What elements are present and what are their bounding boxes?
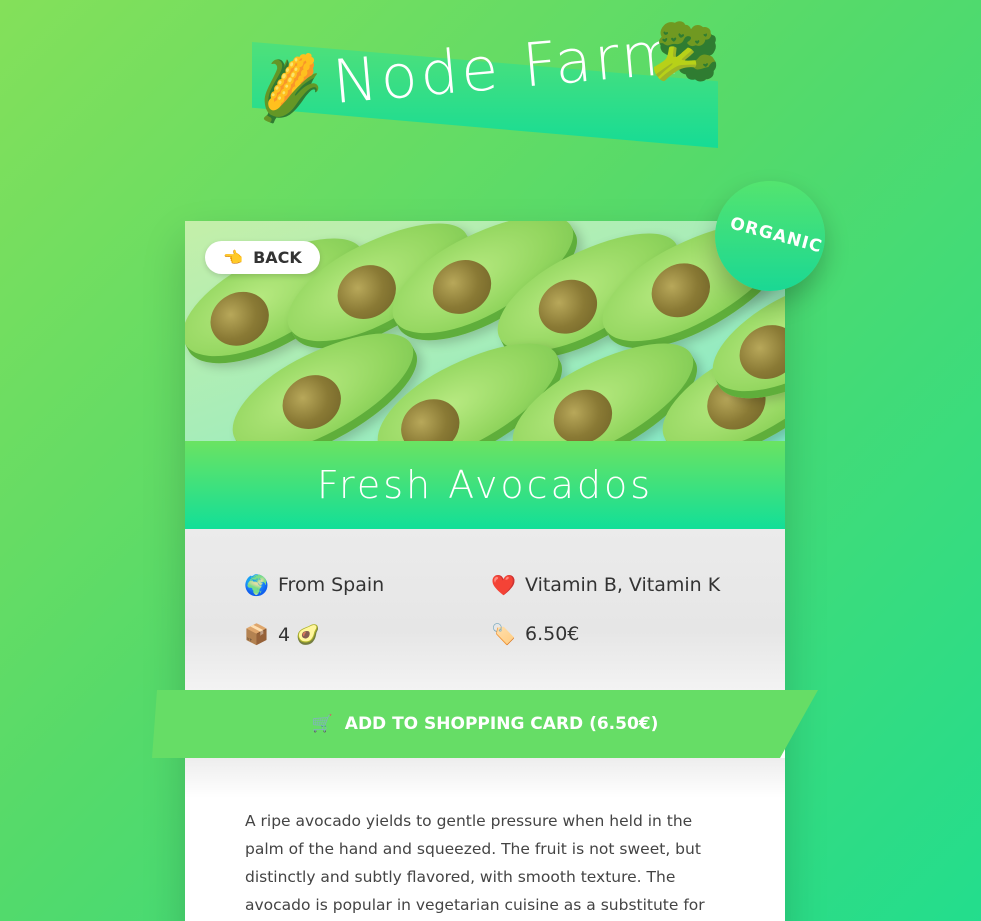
price-tag-icon: 🏷️ bbox=[491, 622, 516, 646]
quantity-text: 4 🥑 bbox=[278, 623, 320, 646]
product-details: 🌍 From Spain ❤️ Vitamin B, Vitamin K 📦 4… bbox=[185, 529, 785, 699]
add-to-cart-label: ADD TO SHOPPING CARD (6.50€) bbox=[344, 714, 659, 734]
heart-icon: ❤️ bbox=[491, 573, 516, 597]
product-card: Fresh Avocados 🌍 From Spain ❤️ Vitamin B… bbox=[185, 221, 785, 921]
pointing-hand-icon: 👈 bbox=[223, 248, 244, 267]
corn-icon: 🌽 bbox=[247, 50, 330, 129]
cart-icon: 🛒 bbox=[311, 714, 333, 734]
product-description: A ripe avocado yields to gentle pressure… bbox=[245, 812, 705, 914]
product-name: Fresh Avocados bbox=[316, 463, 654, 507]
broccoli-icon: 🥦 bbox=[646, 16, 728, 95]
product-title-band: Fresh Avocados bbox=[185, 441, 785, 529]
organic-badge: ORGANIC bbox=[715, 181, 825, 291]
price-text: 6.50€ bbox=[525, 623, 580, 645]
price-info: 🏷️ 6.50€ bbox=[491, 622, 579, 646]
organic-badge-label: ORGANIC bbox=[727, 213, 825, 258]
back-label: BACK bbox=[253, 248, 302, 267]
back-button[interactable]: 👈 BACK bbox=[205, 241, 320, 274]
origin-info: 🌍 From Spain bbox=[244, 573, 384, 597]
add-to-cart-button[interactable]: 🛒 ADD TO SHOPPING CARD (6.50€) bbox=[152, 690, 818, 758]
origin-text: From Spain bbox=[278, 574, 385, 596]
nutrients-info: ❤️ Vitamin B, Vitamin K bbox=[491, 573, 720, 597]
package-icon: 📦 bbox=[244, 622, 269, 646]
quantity-info: 📦 4 🥑 bbox=[244, 622, 320, 646]
add-button-shadow bbox=[185, 758, 785, 798]
globe-icon: 🌍 bbox=[244, 573, 269, 597]
nutrients-text: Vitamin B, Vitamin K bbox=[525, 574, 721, 596]
